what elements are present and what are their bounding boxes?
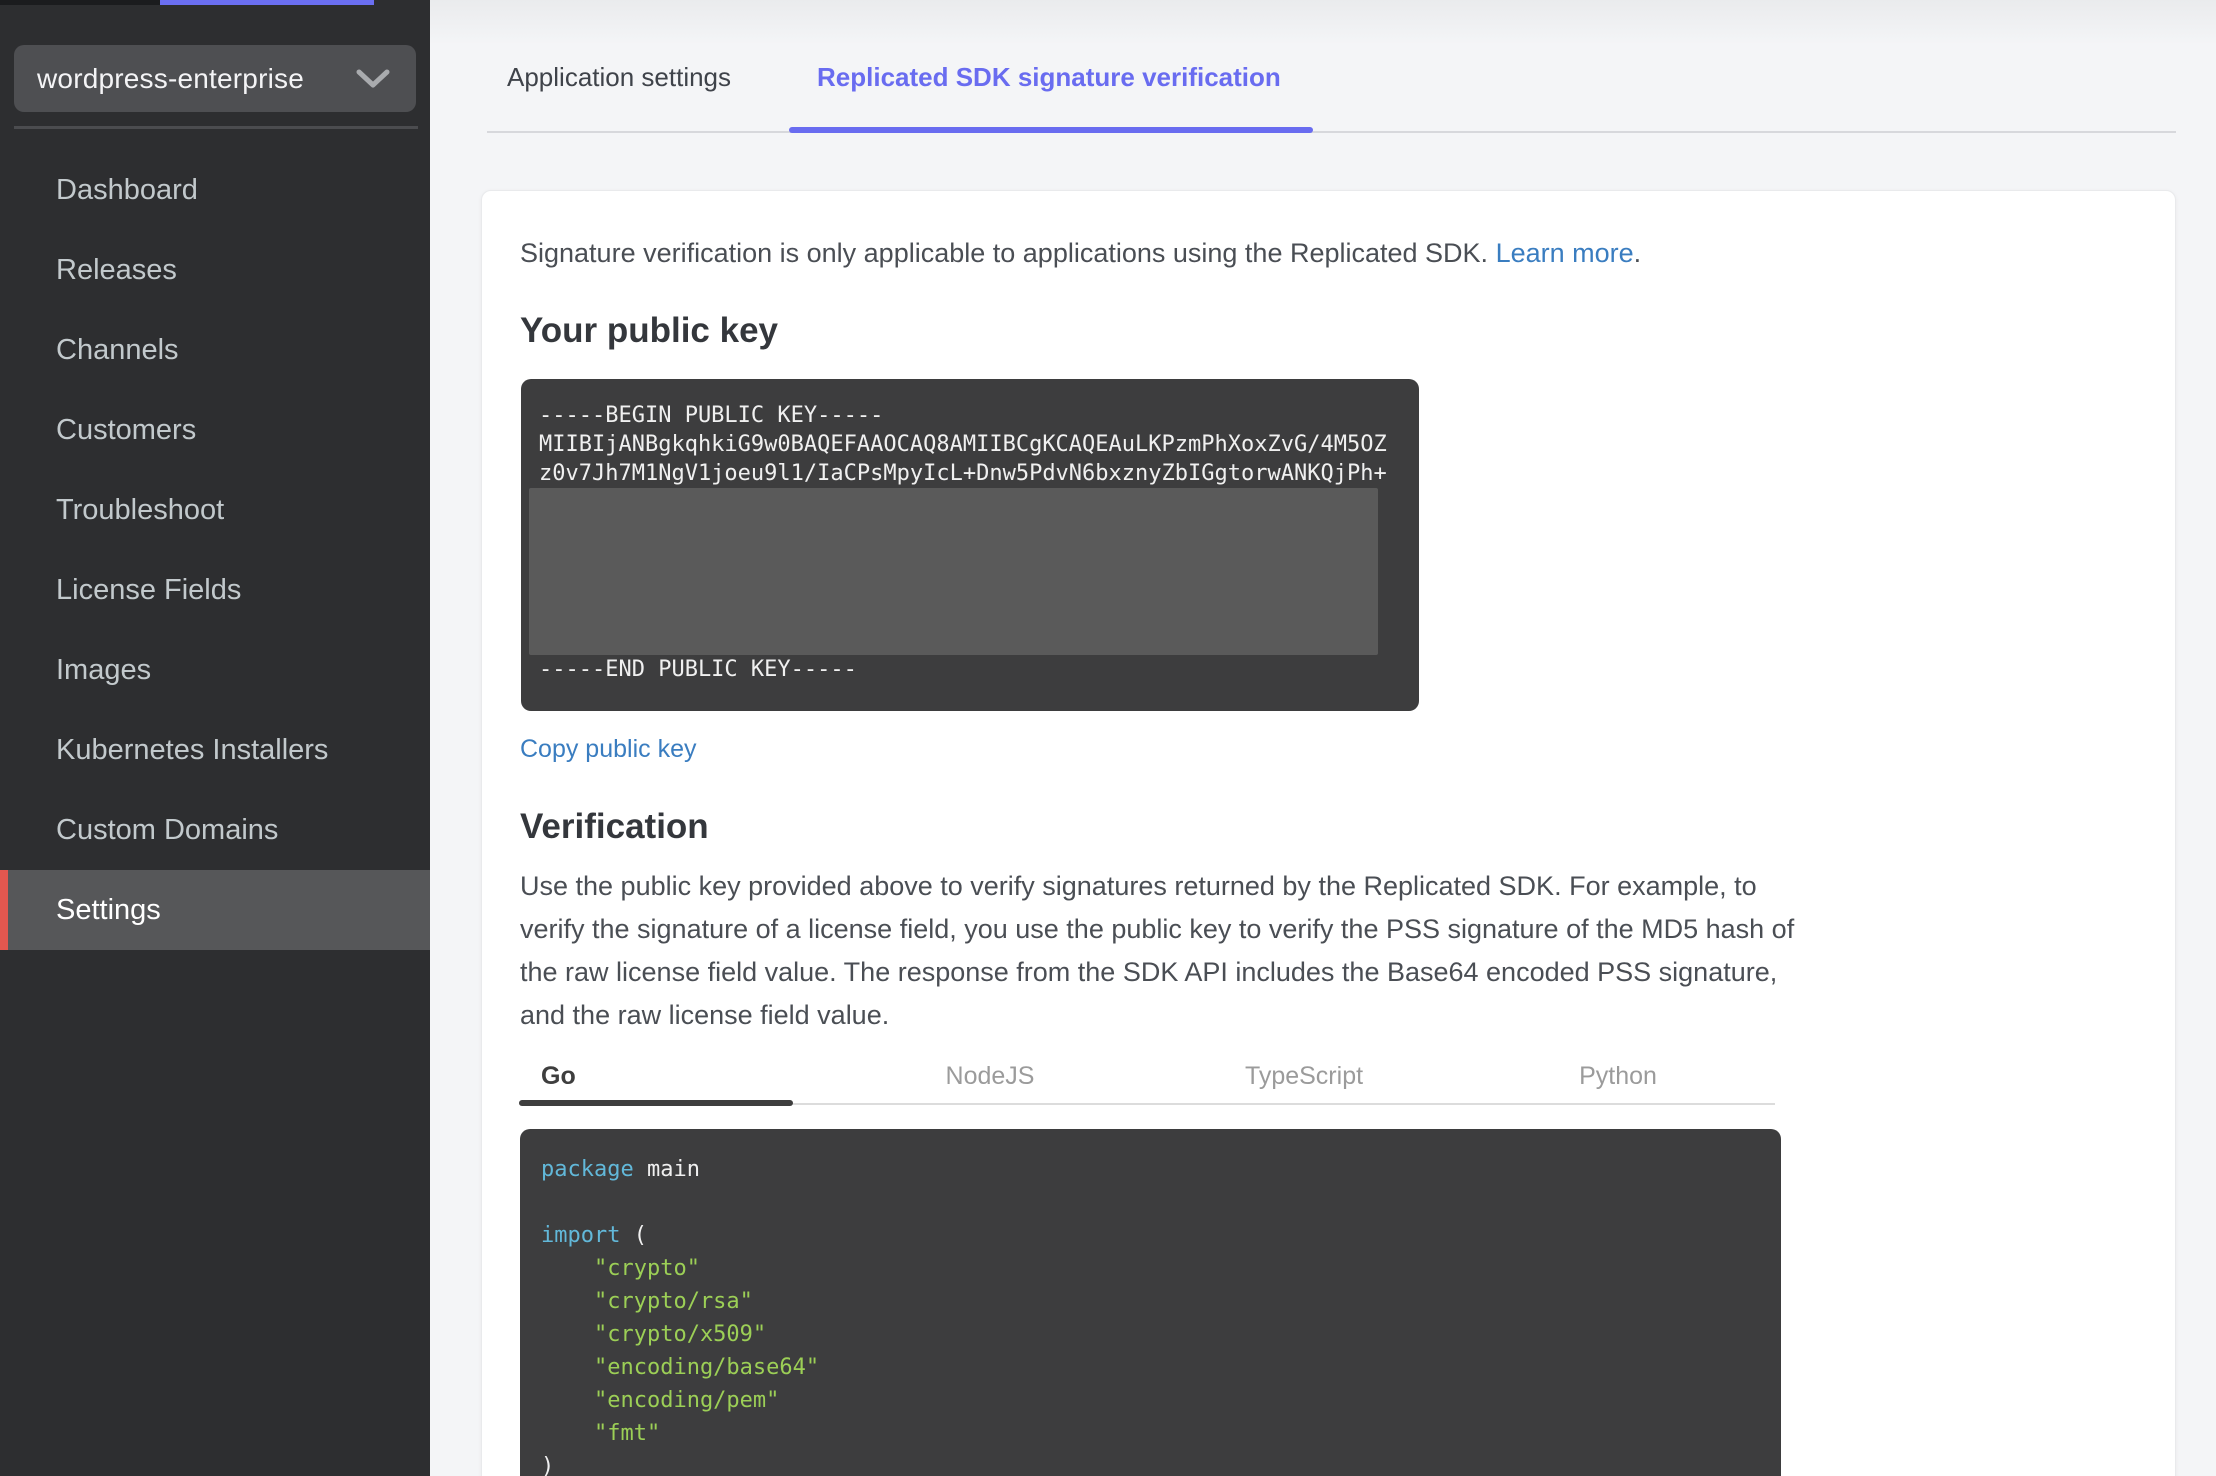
sidebar-divider [14, 126, 418, 129]
active-tab-indicator [789, 127, 1313, 133]
pem-end-line: -----END PUBLIC KEY----- [539, 657, 857, 682]
code-line: ) [541, 1454, 555, 1476]
sidebar-item-releases[interactable]: Releases [0, 230, 430, 310]
tab-replicated-sdk-signature-verification[interactable]: Replicated SDK signature verification [817, 62, 1281, 93]
top-bar-dark-segment [0, 0, 160, 5]
sidebar-item-kubernetes-installers[interactable]: Kubernetes Installers [0, 710, 430, 790]
code-tab-nodejs[interactable]: NodeJS [833, 1049, 1147, 1103]
active-code-tab-indicator [519, 1100, 793, 1106]
app-selector-dropdown[interactable]: wordpress-enterprise [14, 45, 416, 112]
go-code-text: ( [620, 1223, 647, 1248]
top-bar [0, 0, 2216, 5]
go-import-string: "crypto" [541, 1256, 700, 1281]
code-line: package main [541, 1153, 1760, 1186]
sidebar-item-customers[interactable]: Customers [0, 390, 430, 470]
public-key-code-block: -----BEGIN PUBLIC KEY----- MIIBIjANBgkqh… [521, 379, 1419, 711]
chevron-down-icon [356, 69, 390, 89]
code-tab-go[interactable]: Go [519, 1049, 833, 1103]
sidebar-item-settings[interactable]: Settings [0, 870, 430, 950]
go-import-string: "encoding/base64" [541, 1355, 820, 1380]
go-import-string: "crypto/rsa" [541, 1289, 753, 1314]
sidebar-item-images[interactable]: Images [0, 630, 430, 710]
verification-heading: Verification [520, 807, 709, 846]
copy-public-key-link[interactable]: Copy public key [520, 735, 696, 764]
pem-key-line: z0v7Jh7M1NgV1joeu9l1/IaCPsMpyIcL+Dnw5Pdv… [539, 461, 1387, 486]
code-tab-python[interactable]: Python [1461, 1049, 1775, 1103]
verification-description: Use the public key provided above to ver… [520, 871, 1795, 1030]
go-import-string: "crypto/x509" [541, 1322, 767, 1347]
intro-text: Signature verification is only applicabl… [520, 235, 1820, 271]
pem-key-line: MIIBIjANBgkqhkiG9w0BAQEFAAOCAQ8AMIIBCgKC… [539, 432, 1387, 457]
code-tab-typescript[interactable]: TypeScript [1147, 1049, 1461, 1103]
go-code-text: main [633, 1157, 700, 1182]
learn-more-link[interactable]: Learn more [1496, 238, 1634, 268]
sidebar-item-license-fields[interactable]: License Fields [0, 550, 430, 630]
sidebar-nav: Dashboard Releases Channels Customers Tr… [0, 150, 430, 950]
go-import-string: "fmt" [541, 1421, 661, 1446]
intro-text-main: Signature verification is only applicabl… [520, 238, 1496, 268]
sidebar-item-troubleshoot[interactable]: Troubleshoot [0, 470, 430, 550]
sidebar-item-dashboard[interactable]: Dashboard [0, 150, 430, 230]
public-key-heading: Your public key [520, 311, 779, 350]
go-keyword: package [541, 1157, 634, 1182]
go-code-block: package main import ( "crypto" "crypto/r… [520, 1129, 1781, 1476]
go-import-string: "encoding/pem" [541, 1388, 780, 1413]
pem-begin-line: -----BEGIN PUBLIC KEY----- [539, 403, 884, 428]
sidebar-item-custom-domains[interactable]: Custom Domains [0, 790, 430, 870]
intro-text-suffix: . [1633, 238, 1642, 268]
main-content: Application settings Replicated SDK sign… [430, 0, 2216, 1476]
tab-application-settings[interactable]: Application settings [507, 62, 731, 93]
top-bar-accent-segment [160, 0, 374, 5]
sidebar: wordpress-enterprise Dashboard Releases … [0, 0, 430, 1476]
signature-verification-card: Signature verification is only applicabl… [481, 190, 2176, 1476]
app-selector-label: wordpress-enterprise [37, 62, 304, 94]
sidebar-item-channels[interactable]: Channels [0, 310, 430, 390]
redacted-key-region [529, 488, 1378, 655]
settings-tab-bar: Application settings Replicated SDK sign… [430, 0, 2216, 134]
go-keyword: import [541, 1223, 621, 1248]
code-line: import ( [541, 1219, 1760, 1252]
tab-bar-divider [487, 131, 2176, 133]
code-language-tab-bar: Go NodeJS TypeScript Python [519, 1049, 1775, 1106]
